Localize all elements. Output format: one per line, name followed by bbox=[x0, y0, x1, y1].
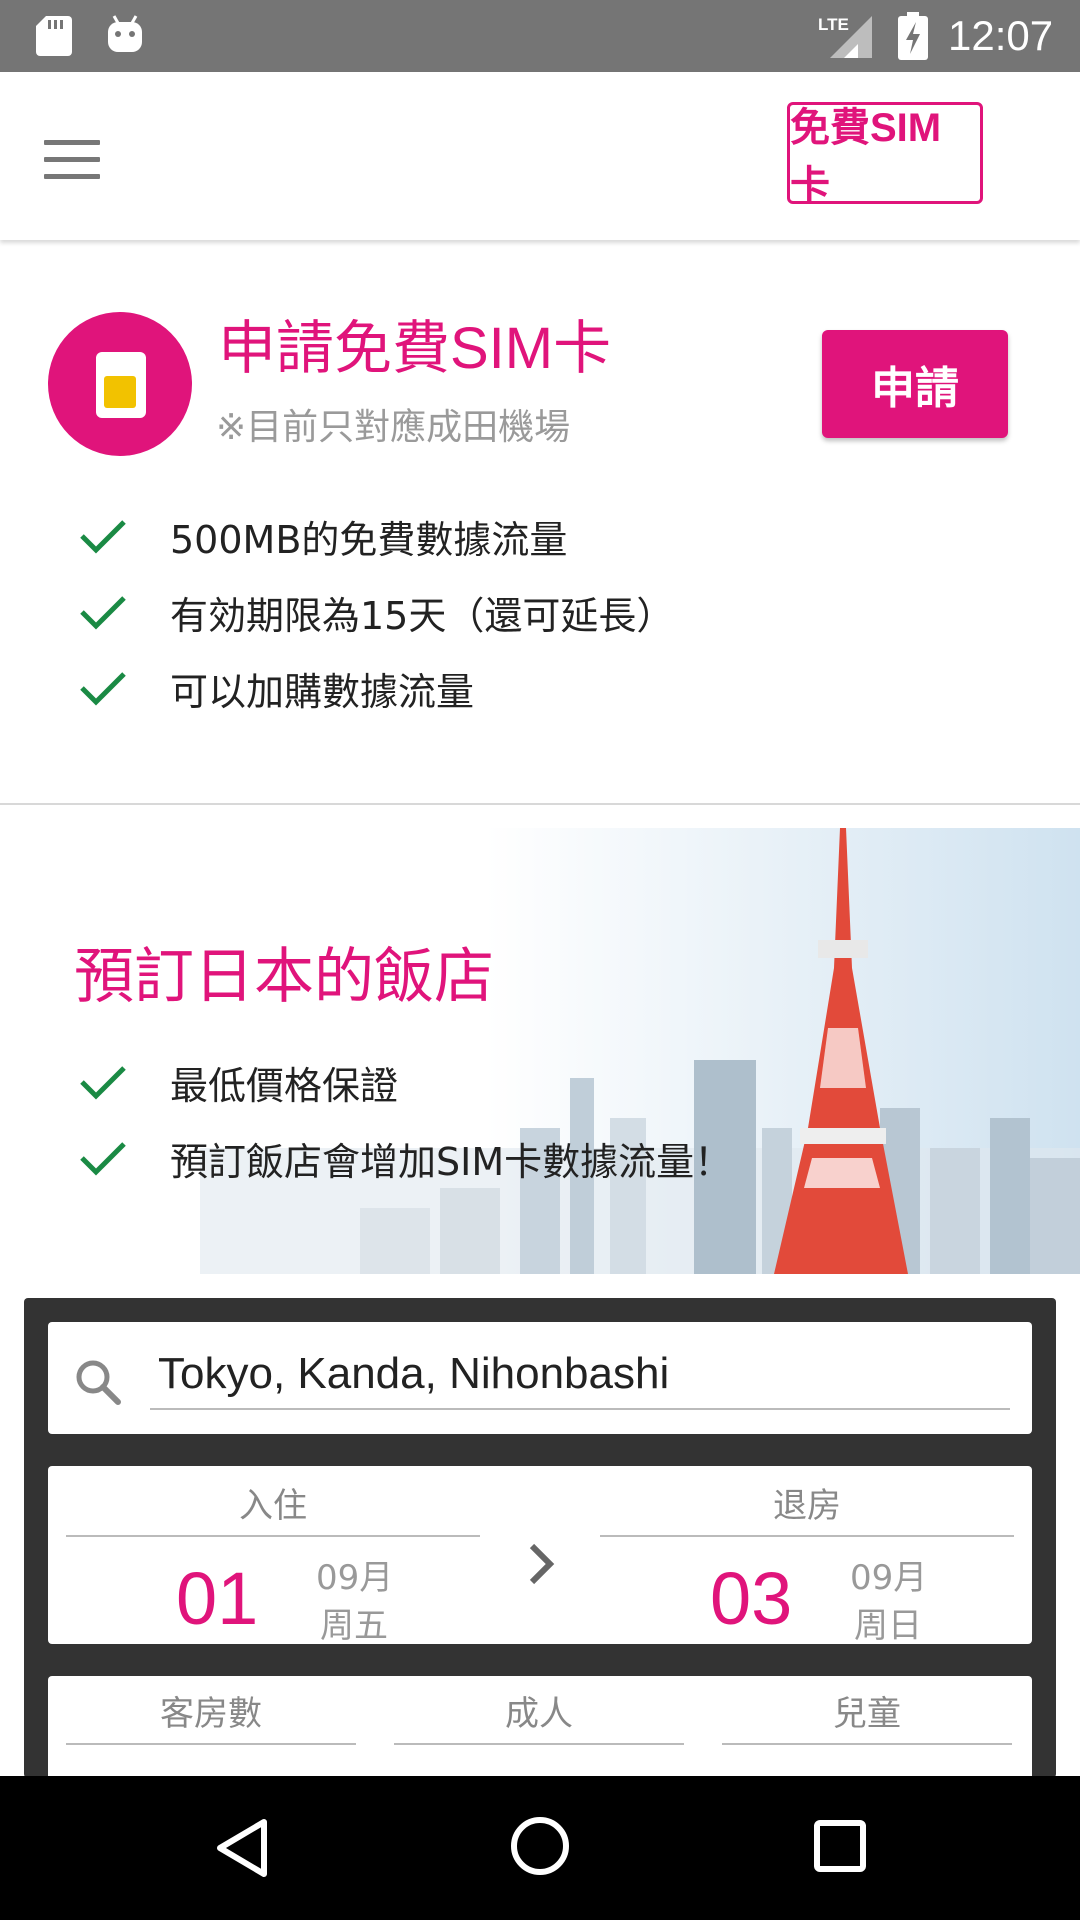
rooms-label[interactable]: 客房數 bbox=[66, 1686, 356, 1745]
section-divider bbox=[0, 803, 1080, 805]
checkout-label: 退房 bbox=[600, 1478, 1014, 1537]
checkin-month: 09月 bbox=[316, 1558, 394, 1598]
list-item: 可以加購數據流量 bbox=[78, 650, 674, 726]
back-icon[interactable] bbox=[214, 1816, 270, 1880]
checkin-day: 01 bbox=[176, 1557, 259, 1640]
destination-search-box bbox=[48, 1322, 1032, 1434]
sim-section: 申請免費SIM卡 ※目前只對應成田機場 申請 500MB的免費數據流量 有効期限… bbox=[0, 250, 1080, 804]
checkout-month: 09月 bbox=[850, 1558, 928, 1598]
hotel-section-title: 預訂日本的飯店 bbox=[74, 942, 494, 1012]
checkmark-icon bbox=[80, 520, 126, 554]
list-item: 最低價格保證 bbox=[78, 1044, 732, 1120]
status-clock: 12:07 bbox=[948, 12, 1054, 59]
recents-icon[interactable] bbox=[814, 1820, 866, 1872]
sim-feature-list: 500MB的免費數據流量 有効期限為15天（還可延長） 可以加購數據流量 bbox=[78, 498, 674, 726]
checkin-label: 入住 bbox=[66, 1478, 480, 1537]
chevron-right-icon bbox=[529, 1543, 555, 1585]
date-selector: 入住 01 09月 周五 退房 03 09月 周日 bbox=[48, 1466, 1032, 1646]
checkout-date[interactable]: 退房 03 09月 周日 bbox=[600, 1478, 1014, 1646]
checkmark-icon bbox=[80, 1066, 126, 1100]
free-sim-button[interactable]: 免費SIM卡 bbox=[787, 102, 983, 208]
android-icon bbox=[108, 15, 142, 52]
feature-text: 預訂飯店會增加SIM卡數據流量！ bbox=[170, 1139, 733, 1184]
menu-icon[interactable] bbox=[44, 140, 100, 180]
lte-signal-icon: LTE bbox=[818, 15, 872, 58]
home-icon[interactable] bbox=[510, 1816, 570, 1876]
list-item: 有効期限為15天（還可延長） bbox=[78, 574, 674, 650]
sim-section-note: ※目前只對應成田機場 bbox=[216, 407, 571, 448]
hotel-feature-list: 最低價格保證 預訂飯店會增加SIM卡數據流量！ bbox=[78, 1044, 732, 1196]
app-header: 免費SIM卡 bbox=[0, 72, 1080, 240]
feature-text: 最低價格保證 bbox=[170, 1063, 399, 1108]
system-nav-bar bbox=[0, 1776, 1080, 1920]
adults-label[interactable]: 成人 bbox=[394, 1686, 684, 1745]
sim-card-icon bbox=[48, 312, 192, 456]
hotel-search-panel: 入住 01 09月 周五 退房 03 09月 周日 客房數 成人 兒童 bbox=[24, 1298, 1056, 1778]
feature-text: 有効期限為15天（還可延長） bbox=[170, 593, 675, 638]
sim-section-title: 申請免費SIM卡 bbox=[218, 316, 612, 381]
apply-button[interactable]: 申請 bbox=[822, 330, 1008, 438]
feature-text: 可以加購數據流量 bbox=[170, 669, 475, 714]
checkmark-icon bbox=[80, 672, 126, 706]
checkout-day: 03 bbox=[710, 1557, 793, 1640]
guest-selector: 客房數 成人 兒童 bbox=[48, 1676, 1032, 1778]
list-item: 500MB的免費數據流量 bbox=[78, 498, 674, 574]
list-item: 預訂飯店會增加SIM卡數據流量！ bbox=[78, 1120, 732, 1196]
feature-text: 500MB的免費數據流量 bbox=[170, 517, 568, 562]
hotel-banner: 預訂日本的飯店 最低價格保證 預訂飯店會增加SIM卡數據流量！ bbox=[0, 828, 1080, 1274]
search-icon bbox=[76, 1360, 121, 1405]
children-label[interactable]: 兒童 bbox=[722, 1686, 1012, 1745]
sd-card-icon bbox=[36, 16, 72, 56]
checkout-weekday: 周日 bbox=[854, 1606, 922, 1646]
lte-label: LTE bbox=[818, 15, 849, 34]
checkmark-icon bbox=[80, 596, 126, 630]
battery-charging-icon bbox=[898, 12, 928, 60]
checkin-weekday: 周五 bbox=[320, 1606, 388, 1646]
checkin-date[interactable]: 入住 01 09月 周五 bbox=[66, 1478, 480, 1646]
destination-input[interactable] bbox=[150, 1340, 1010, 1410]
checkmark-icon bbox=[80, 1142, 126, 1176]
status-bar: LTE 12:07 bbox=[0, 0, 1080, 72]
